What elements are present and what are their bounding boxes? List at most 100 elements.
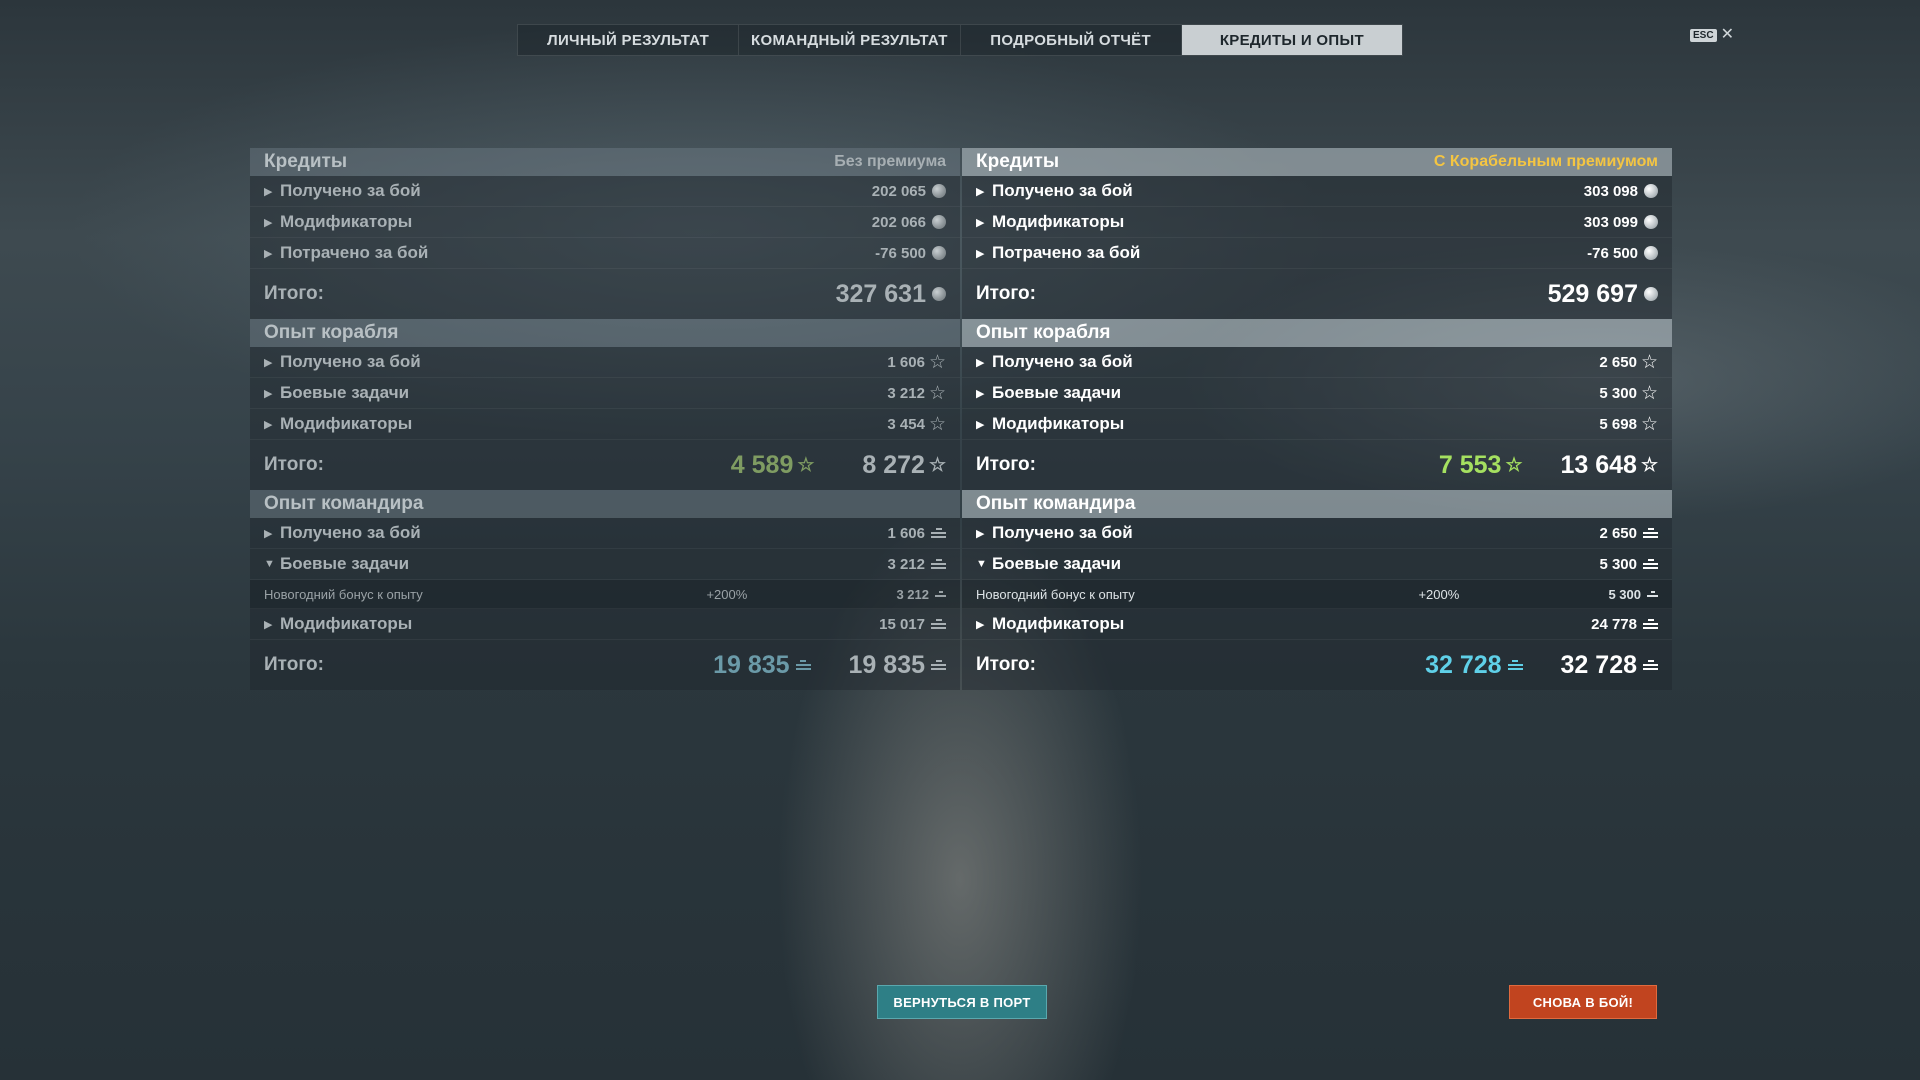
row-value: 24 778 [1591,615,1637,633]
row-label: Модификаторы [280,414,413,433]
caret-right-icon: ▶ [976,618,985,631]
star-icon: ☆ [928,351,946,373]
row-commander-xp-missions[interactable]: ▼ Боевые задачи 5 300 [962,549,1672,580]
row-credits-modifiers[interactable]: ▶ Модификаторы 303 099 [962,207,1672,238]
caret-right-icon: ▶ [264,527,273,540]
return-to-port-button[interactable]: ВЕРНУТЬСЯ В ПОРТ [877,985,1047,1019]
total-value: 32 728 [1561,651,1658,680]
row-label: Модификаторы [280,212,413,231]
section-header-credits: Кредиты С Корабельным премиумом [962,148,1672,176]
row-label: Боевые задачи [992,554,1122,573]
caret-right-icon: ▶ [264,618,273,631]
credit-coin-icon [1644,184,1658,198]
tab-bar: ЛИЧНЫЙ РЕЗУЛЬТАТ КОМАНДНЫЙ РЕЗУЛЬТАТ ПОД… [517,24,1403,56]
total-credits: Итого: 327 631 [250,269,960,319]
caret-right-icon: ▶ [264,247,273,260]
subrow-label: Новогодний бонус к опыту [976,586,1135,602]
row-ship-xp-modifiers[interactable]: ▶ Модификаторы 5 698 ☆ [962,409,1672,440]
row-value: 1 606 [887,353,925,371]
row-value: 202 066 [871,213,926,231]
row-commander-xp-modifiers[interactable]: ▶ Модификаторы 15 017 [250,609,960,640]
row-label: Модификаторы [992,414,1125,433]
subrow-new-year-bonus: Новогодний бонус к опыту +200% 3 212 [250,580,960,609]
subrow-value: 5 300 [1608,586,1641,602]
row-value: 5 300 [1599,555,1637,573]
row-commander-xp-missions[interactable]: ▼ Боевые задачи 3 212 [250,549,960,580]
star-icon: ☆ [928,454,946,476]
tab-credits-and-xp[interactable]: КРЕДИТЫ И ОПЫТ [1181,25,1402,55]
total-label: Итого: [264,454,324,475]
caret-right-icon: ▶ [264,185,273,198]
premium-status-note: С Корабельным премиумом [1433,153,1658,170]
star-icon: ☆ [797,454,815,476]
total-free-xp-value: 32 728 [1425,651,1523,680]
total-free-xp-value: 4 589 ☆ [730,450,815,479]
row-ship-xp-earned[interactable]: ▶ Получено за бой 2 650 ☆ [962,347,1672,378]
tab-personal-result[interactable]: ЛИЧНЫЙ РЕЗУЛЬТАТ [518,25,740,55]
total-label: Итого: [264,654,324,675]
row-commander-xp-earned[interactable]: ▶ Получено за бой 2 650 [962,518,1672,549]
section-header-ship-xp: Опыт корабля [962,319,1672,347]
panel-with-premium: Кредиты С Корабельным премиумом ▶ Получе… [962,148,1672,690]
row-value: 3 212 [887,384,925,402]
commander-xp-icon [931,557,946,571]
row-value: -76 500 [875,244,926,262]
row-value: 3 212 [887,555,925,573]
total-value: 8 272 ☆ [862,450,946,479]
row-value: 3 454 [887,415,925,433]
section-title: Опыт командира [976,493,1136,514]
row-ship-xp-missions[interactable]: ▶ Боевые задачи 5 300 ☆ [962,378,1672,409]
row-ship-xp-missions[interactable]: ▶ Боевые задачи 3 212 ☆ [250,378,960,409]
row-ship-xp-earned[interactable]: ▶ Получено за бой 1 606 ☆ [250,347,960,378]
star-icon: ☆ [928,382,946,404]
commander-xp-icon [795,658,811,672]
total-commander-xp: Итого: 19 835 19 835 [250,640,960,690]
row-ship-xp-modifiers[interactable]: ▶ Модификаторы 3 454 ☆ [250,409,960,440]
total-value: 19 835 [849,651,946,680]
caret-down-icon: ▼ [264,558,275,570]
battle-again-button[interactable]: СНОВА В БОЙ! [1509,985,1657,1019]
total-label: Итого: [976,454,1036,475]
credit-coin-icon [1644,215,1658,229]
total-label: Итого: [264,283,324,304]
section-title: Опыт командира [264,493,424,514]
row-credits-earned[interactable]: ▶ Получено за бой 202 065 [250,176,960,207]
caret-down-icon: ▼ [976,558,987,570]
star-icon: ☆ [1640,382,1658,404]
section-title: Кредиты [264,151,348,172]
commander-xp-icon [935,589,946,599]
row-label: Модификаторы [992,614,1125,633]
caret-right-icon: ▶ [976,387,985,400]
close-button[interactable]: ESC ✕ [1690,27,1734,43]
star-icon: ☆ [1640,351,1658,373]
row-value: 5 698 [1599,415,1637,433]
row-commander-xp-earned[interactable]: ▶ Получено за бой 1 606 [250,518,960,549]
total-value: 529 697 [1548,280,1658,309]
tab-detailed-report[interactable]: ПОДРОБНЫЙ ОТЧЁТ [961,25,1182,55]
close-icon[interactable]: ✕ [1721,27,1734,43]
total-free-xp-value: 19 835 [713,651,811,680]
row-credits-spent[interactable]: ▶ Потрачено за бой -76 500 [962,238,1672,269]
section-header-ship-xp: Опыт корабля [250,319,960,347]
total-value: 13 648 ☆ [1560,450,1658,479]
caret-right-icon: ▶ [264,356,273,369]
section-title: Кредиты [976,151,1060,172]
row-label: Потрачено за бой [992,243,1141,262]
row-credits-modifiers[interactable]: ▶ Модификаторы 202 066 [250,207,960,238]
star-icon: ☆ [1505,454,1523,476]
row-commander-xp-modifiers[interactable]: ▶ Модификаторы 24 778 [962,609,1672,640]
row-label: Получено за бой [280,523,421,542]
row-value: 303 098 [1583,182,1638,200]
tab-team-result[interactable]: КОМАНДНЫЙ РЕЗУЛЬТАТ [739,25,961,55]
row-value: 2 650 [1599,524,1637,542]
panel-without-premium: Кредиты Без премиума ▶ Получено за бой 2… [250,148,960,690]
credit-coin-icon [1644,246,1658,260]
row-label: Получено за бой [992,352,1133,371]
credit-coin-icon [1644,287,1658,301]
row-credits-spent[interactable]: ▶ Потрачено за бой -76 500 [250,238,960,269]
row-label: Получено за бой [992,523,1133,542]
row-credits-earned[interactable]: ▶ Получено за бой 303 098 [962,176,1672,207]
caret-right-icon: ▶ [264,418,273,431]
row-label: Боевые задачи [280,383,410,402]
credit-coin-icon [932,184,946,198]
